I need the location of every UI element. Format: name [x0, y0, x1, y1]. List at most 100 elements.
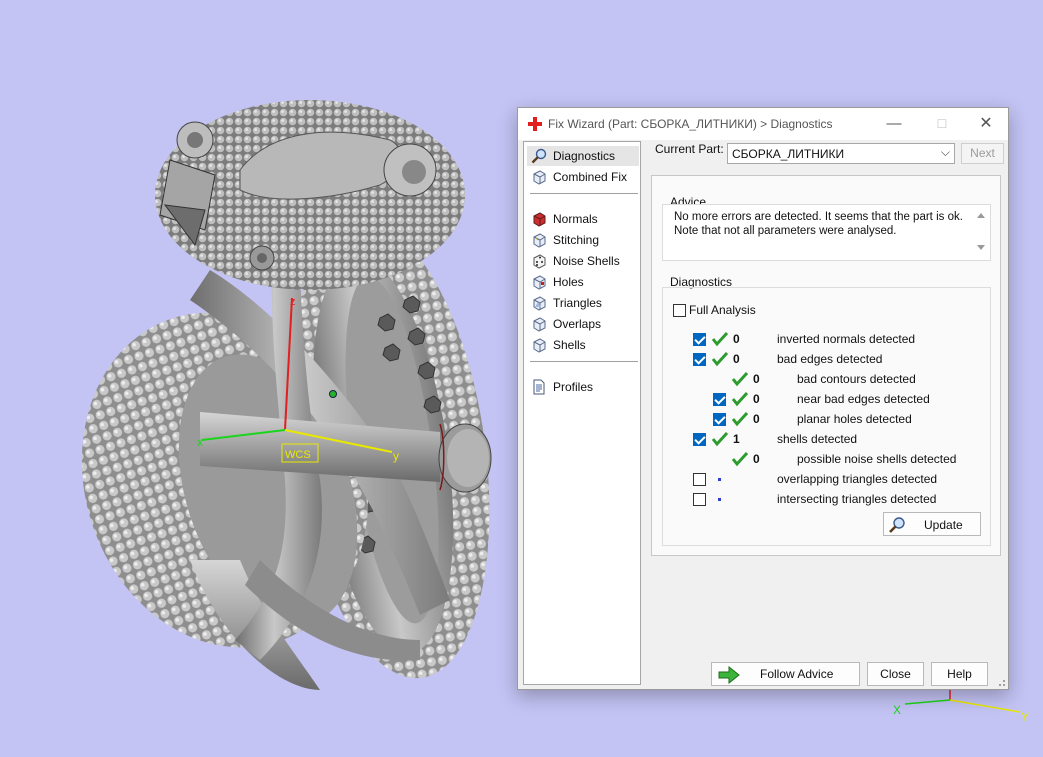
advice-text-line: Note that not all parameters were analys…	[674, 225, 897, 237]
inverted-normals-label: inverted normals detected	[777, 332, 916, 346]
nav-item-triangles[interactable]: Triangles	[527, 293, 639, 313]
magnifier-icon	[889, 517, 905, 533]
axis-z-label: z	[290, 296, 296, 308]
nav-item-combined-fix[interactable]: Combined Fix	[527, 167, 639, 187]
bad-edges-count: 0	[733, 352, 740, 366]
update-label: Update	[924, 518, 963, 532]
noise-shells-label: possible noise shells detected	[797, 452, 957, 466]
nav-item-diagnostics[interactable]: Diagnostics	[527, 146, 639, 166]
advice-textbox[interactable]: No more errors are detected. It seems th…	[662, 204, 991, 261]
axis-x-label: x	[197, 435, 203, 449]
nav-label: Diagnostics	[553, 149, 616, 163]
follow-advice-button[interactable]: Follow Advice	[711, 662, 860, 686]
document-icon	[533, 379, 545, 395]
maximize-button[interactable]: ☐	[932, 114, 952, 134]
nav-item-profiles[interactable]: Profiles	[527, 377, 639, 397]
nav-label: Normals	[553, 212, 598, 226]
near-bad-edges-count: 0	[753, 392, 760, 406]
resize-grip-icon[interactable]	[996, 677, 1006, 687]
nav-label: Noise Shells	[553, 254, 620, 268]
near-bad-edges-checkbox[interactable]	[713, 393, 726, 406]
shells-checkbox[interactable]	[693, 433, 706, 446]
scrollbar[interactable]	[974, 207, 988, 258]
bad-contours-label: bad contours detected	[797, 372, 916, 386]
nav-item-shells[interactable]: Shells	[527, 335, 639, 355]
check-icon	[731, 371, 749, 387]
update-button[interactable]: Update	[883, 512, 981, 536]
overlapping-triangles-label: overlapping triangles detected	[777, 472, 938, 486]
check-icon	[711, 431, 729, 447]
diagnostics-group: Full Analysis 0 inverted normals detecte…	[662, 287, 991, 546]
full-analysis-checkbox[interactable]	[673, 304, 686, 317]
close-button[interactable]: Close	[867, 662, 924, 686]
current-part-label: Current Part:	[655, 142, 724, 156]
close-window-button[interactable]: ✕	[976, 114, 996, 134]
nav-label: Combined Fix	[553, 170, 628, 184]
red-cube-icon	[533, 212, 546, 227]
red-cross-icon	[528, 117, 542, 131]
nav-label: Holes	[553, 275, 584, 289]
check-icon	[731, 451, 749, 467]
check-icon	[731, 411, 749, 427]
mini-axis-x-label: X	[893, 703, 901, 717]
cube-icon	[533, 296, 546, 311]
planar-holes-checkbox[interactable]	[713, 413, 726, 426]
nav-separator	[530, 193, 638, 194]
shells-label: shells detected	[777, 432, 858, 446]
nav-label: Overlaps	[553, 317, 602, 331]
magnifier-icon	[531, 148, 547, 164]
current-part-value: СБОРКА_ЛИТНИКИ	[732, 147, 845, 161]
nav-label: Profiles	[553, 380, 594, 394]
intersecting-triangles-checkbox[interactable]	[693, 493, 706, 506]
mini-axis-y-label: Y	[1021, 710, 1029, 724]
full-analysis-label: Full Analysis	[689, 303, 756, 317]
cube-icon	[533, 233, 546, 248]
noise-shells-count: 0	[753, 452, 760, 466]
not-analysed-dot-icon	[718, 498, 721, 501]
planar-holes-count: 0	[753, 412, 760, 426]
check-icon	[711, 351, 729, 367]
nav-separator	[530, 361, 638, 362]
nav-item-normals[interactable]: Normals	[527, 209, 639, 229]
bad-contours-count: 0	[753, 372, 760, 386]
wcs-label: WCS	[285, 449, 311, 461]
mini-axes	[904, 690, 1021, 713]
nav-label: Stitching	[553, 233, 600, 247]
minimize-button[interactable]: —	[884, 114, 904, 134]
inverted-normals-count: 0	[733, 332, 740, 346]
overlapping-triangles-checkbox[interactable]	[693, 473, 706, 486]
inverted-normals-checkbox[interactable]	[693, 333, 706, 346]
dice-icon	[533, 254, 546, 269]
follow-advice-label: Follow Advice	[760, 667, 834, 681]
dialog-title: Fix Wizard (Part: СБОРКА_ЛИТНИКИ) > Diag…	[548, 117, 833, 131]
bad-edges-label: bad edges detected	[777, 352, 883, 366]
nav-item-stitching[interactable]: Stitching	[527, 230, 639, 250]
cube-icon	[533, 317, 546, 332]
shells-count: 1	[733, 432, 740, 446]
intersecting-triangles-label: intersecting triangles detected	[777, 492, 937, 506]
ring-head	[155, 100, 465, 290]
advice-text-line: No more errors are detected. It seems th…	[674, 211, 963, 223]
chevron-down-icon: ⌵	[940, 145, 950, 159]
check-icon	[711, 331, 729, 347]
cube-icon	[533, 275, 546, 290]
nav-label: Shells	[553, 338, 586, 352]
check-icon	[731, 391, 749, 407]
nav-item-overlaps[interactable]: Overlaps	[527, 314, 639, 334]
cube-icon	[533, 170, 546, 185]
nav-item-holes[interactable]: Holes	[527, 272, 639, 292]
cube-icon	[533, 338, 546, 353]
near-bad-edges-label: near bad edges detected	[797, 392, 930, 406]
title-bar[interactable]: Fix Wizard (Part: СБОРКА_ЛИТНИКИ) > Diag…	[518, 108, 1008, 140]
green-arrow-icon	[718, 666, 740, 684]
not-analysed-dot-icon	[718, 478, 721, 481]
bad-edges-checkbox[interactable]	[693, 353, 706, 366]
help-button[interactable]: Help	[931, 662, 988, 686]
current-part-select[interactable]: СБОРКА_ЛИТНИКИ ⌵	[727, 143, 955, 164]
nav-item-noise-shells[interactable]: Noise Shells	[527, 251, 639, 271]
axis-y-label: y	[393, 449, 399, 463]
wizard-nav-list: Diagnostics Combined Fix Normals Stitchi…	[523, 141, 641, 685]
diagnostics-panel: Advice No more errors are detected. It s…	[651, 175, 1001, 556]
next-button[interactable]: Next	[961, 143, 1004, 164]
planar-holes-label: planar holes detected	[797, 412, 912, 426]
